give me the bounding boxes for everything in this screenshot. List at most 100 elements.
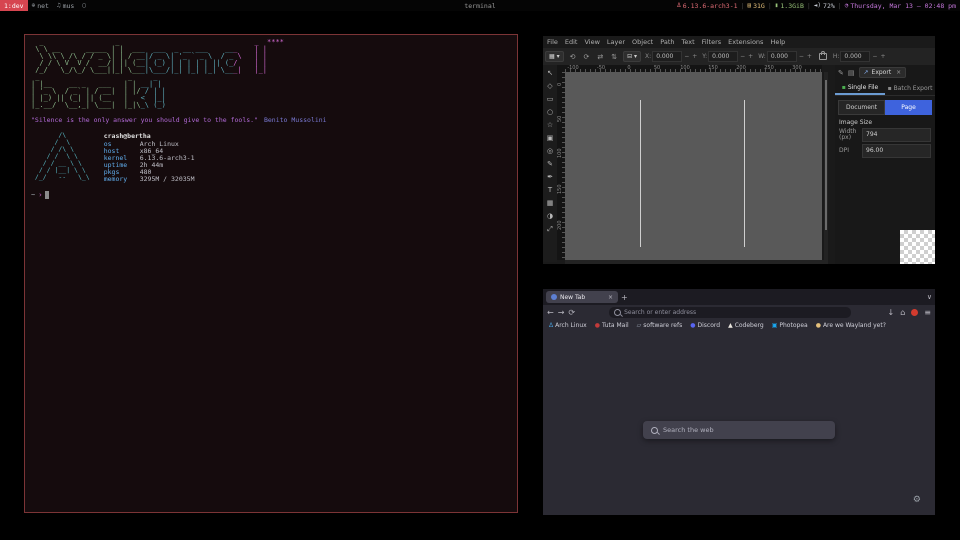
gradient-tool[interactable]: ▦ bbox=[544, 197, 556, 209]
width-input[interactable]: 794 bbox=[862, 128, 931, 142]
bookmark-software-refs[interactable]: ▱software refs bbox=[637, 322, 683, 329]
menu-filters[interactable]: Filters bbox=[702, 38, 721, 46]
menu-extensions[interactable]: Extensions bbox=[728, 38, 763, 46]
menu-layer[interactable]: Layer bbox=[607, 38, 625, 46]
xml-editor-icon[interactable]: ✎ bbox=[838, 69, 844, 77]
field-h[interactable]: H:0.000−+ bbox=[833, 51, 887, 62]
search-icon bbox=[651, 427, 658, 434]
bookmark-codeberg[interactable]: ▲Codeberg bbox=[728, 322, 764, 329]
field-y[interactable]: Y:0.000−+ bbox=[702, 51, 754, 62]
export-dialog-tab[interactable]: ↗ Export × bbox=[859, 67, 907, 78]
canvas-vertical-scrollbar[interactable] bbox=[824, 72, 828, 260]
status-vol: ◄)72% bbox=[814, 2, 835, 10]
ruler-tick: 200 bbox=[736, 65, 746, 71]
user-host: crash@bertha bbox=[104, 132, 195, 140]
prompt-path: ~ bbox=[31, 191, 35, 199]
flip-vertical-icon[interactable]: ⇅ bbox=[609, 53, 619, 61]
vertical-ruler: 050100150200 bbox=[557, 72, 565, 260]
selector-tool[interactable]: ↖ bbox=[544, 67, 556, 79]
workspace-1:dev[interactable]: 1:dev bbox=[0, 0, 28, 11]
dpi-input[interactable]: 96.00 bbox=[862, 144, 931, 158]
menu-file[interactable]: File bbox=[547, 38, 558, 46]
flip-horizontal-icon[interactable]: ⇄ bbox=[595, 53, 605, 61]
shell-prompt[interactable]: ~› bbox=[31, 191, 511, 199]
workspace-mus[interactable]: ♫mus bbox=[53, 0, 78, 11]
image-size-label: Image Size bbox=[839, 119, 931, 126]
bookmark-photopea[interactable]: ▣Photopea bbox=[772, 322, 808, 329]
bookmark-icon: ● bbox=[595, 322, 600, 329]
workspace-square[interactable]: ▢ bbox=[78, 0, 90, 11]
document-button[interactable]: Document bbox=[838, 100, 885, 115]
star-tool[interactable]: ☆ bbox=[544, 119, 556, 131]
ellipse-tool[interactable]: ○ bbox=[544, 106, 556, 118]
ruler-tick: 150 bbox=[708, 65, 718, 71]
bookmark-are-we-wayland-yet-[interactable]: ●Are we Wayland yet? bbox=[816, 322, 886, 329]
tab-close-icon[interactable]: × bbox=[608, 294, 613, 301]
url-bar[interactable]: Search or enter address bbox=[609, 307, 851, 318]
new-tab-page: Search the web ⚙ bbox=[543, 331, 935, 515]
bookmark-tuta-mail[interactable]: ●Tuta Mail bbox=[595, 322, 629, 329]
tab-new-tab[interactable]: New Tab × bbox=[546, 291, 618, 303]
bookmark-arch-linux[interactable]: ΔArch Linux bbox=[549, 322, 587, 329]
rectangle-tool[interactable]: ▭ bbox=[544, 93, 556, 105]
close-icon[interactable]: × bbox=[896, 69, 901, 76]
dropper-tool[interactable]: ◑ bbox=[544, 210, 556, 222]
page-button[interactable]: Page bbox=[885, 100, 932, 115]
downloads-icon[interactable]: ↓ bbox=[888, 308, 895, 317]
field-x[interactable]: X:0.000−+ bbox=[645, 51, 698, 62]
menu-text[interactable]: Text bbox=[682, 38, 695, 46]
back-button[interactable]: ← bbox=[547, 308, 554, 317]
menu-object[interactable]: Object bbox=[632, 38, 653, 46]
layers-icon[interactable]: ▤ bbox=[848, 69, 855, 77]
inkscape-window: File Edit View Layer Object Path Text Filters Ex… bbox=[543, 36, 935, 264]
bookmark-icon: ● bbox=[816, 322, 821, 329]
tab-single-file[interactable]: ▪Single File bbox=[835, 82, 885, 95]
ruler-tick: 150 bbox=[557, 184, 563, 194]
pencil-tool[interactable]: ✎ bbox=[544, 158, 556, 170]
canvas-horizontal-scrollbar[interactable] bbox=[565, 260, 828, 264]
page-border-right bbox=[744, 100, 745, 247]
reload-button[interactable]: ⟳ bbox=[568, 308, 575, 317]
forward-button[interactable]: → bbox=[558, 308, 565, 317]
browser-window: New Tab × + ∨ ← → ⟳ Search or enter addr… bbox=[543, 289, 935, 515]
page-border-left bbox=[640, 100, 641, 247]
ruler-tick: -50 bbox=[597, 65, 605, 71]
pen-tool[interactable]: ✒ bbox=[544, 171, 556, 183]
web-search-input[interactable]: Search the web bbox=[643, 421, 835, 439]
prompt-char: › bbox=[38, 191, 42, 199]
measure-tool[interactable]: ⤢ bbox=[544, 223, 556, 235]
tab-batch-export[interactable]: ▪Batch Export bbox=[885, 82, 935, 95]
home-icon[interactable]: ⌂ bbox=[900, 308, 905, 317]
new-tab-button[interactable]: + bbox=[621, 293, 628, 302]
drawing-canvas[interactable] bbox=[565, 72, 822, 260]
selection-mode-dropdown[interactable]: ▦ ▾ bbox=[545, 51, 564, 62]
personalize-gear-icon[interactable]: ⚙ bbox=[913, 495, 921, 505]
spiral-tool[interactable]: ◎ bbox=[544, 145, 556, 157]
rotate-ccw-icon[interactable]: ⟲ bbox=[568, 53, 578, 61]
text-tool[interactable]: T bbox=[544, 184, 556, 196]
status-disk: ▤31G bbox=[747, 2, 764, 10]
menu-edit[interactable]: Edit bbox=[565, 38, 578, 46]
rotate-cw-icon[interactable]: ⟳ bbox=[581, 53, 591, 61]
system-status: Δ6.13.6-arch3-1|▤31G|▮1.3GiB|◄)72%|◔Thur… bbox=[677, 2, 960, 10]
list-all-tabs-icon[interactable]: ∨ bbox=[927, 293, 932, 301]
export-mode-tabs: ▪Single File▪Batch Export bbox=[835, 82, 935, 96]
menu-path[interactable]: Path bbox=[660, 38, 674, 46]
node-tool[interactable]: ◇ bbox=[544, 80, 556, 92]
tool-options-bar: ▦ ▾ ⟲ ⟳ ⇄ ⇅ ⊟ ▾ X:0.000−+ Y:0.000−+ W:0.00… bbox=[543, 48, 935, 65]
tab-icon: ▪ bbox=[842, 84, 846, 91]
field-w[interactable]: W:0.000−+ bbox=[758, 51, 813, 62]
box3d-tool[interactable]: ▣ bbox=[544, 132, 556, 144]
lock-icon[interactable] bbox=[819, 53, 827, 60]
toolbar-right-icons: ↓ ⌂ ≡ bbox=[888, 308, 931, 317]
menu-view[interactable]: View bbox=[584, 38, 599, 46]
menu-icon[interactable]: ≡ bbox=[924, 308, 931, 317]
fetch-block: /\ / \ / /\ \ / / \ \ / / __ \ \ / / |__… bbox=[31, 132, 511, 183]
adblock-extension-icon[interactable] bbox=[911, 309, 918, 316]
align-dropdown[interactable]: ⊟ ▾ bbox=[623, 51, 641, 62]
workspace-net[interactable]: ⊕net bbox=[28, 0, 53, 11]
terminal-window[interactable]: _ _ _ **** \ \ __ _____ | | ___ ___ _ __… bbox=[24, 34, 518, 513]
bookmark-discord[interactable]: ●Discord bbox=[690, 322, 720, 329]
toolbox: ↖◇▭○☆▣◎✎✒T▦◑⤢ bbox=[543, 65, 557, 262]
menu-help[interactable]: Help bbox=[770, 38, 785, 46]
